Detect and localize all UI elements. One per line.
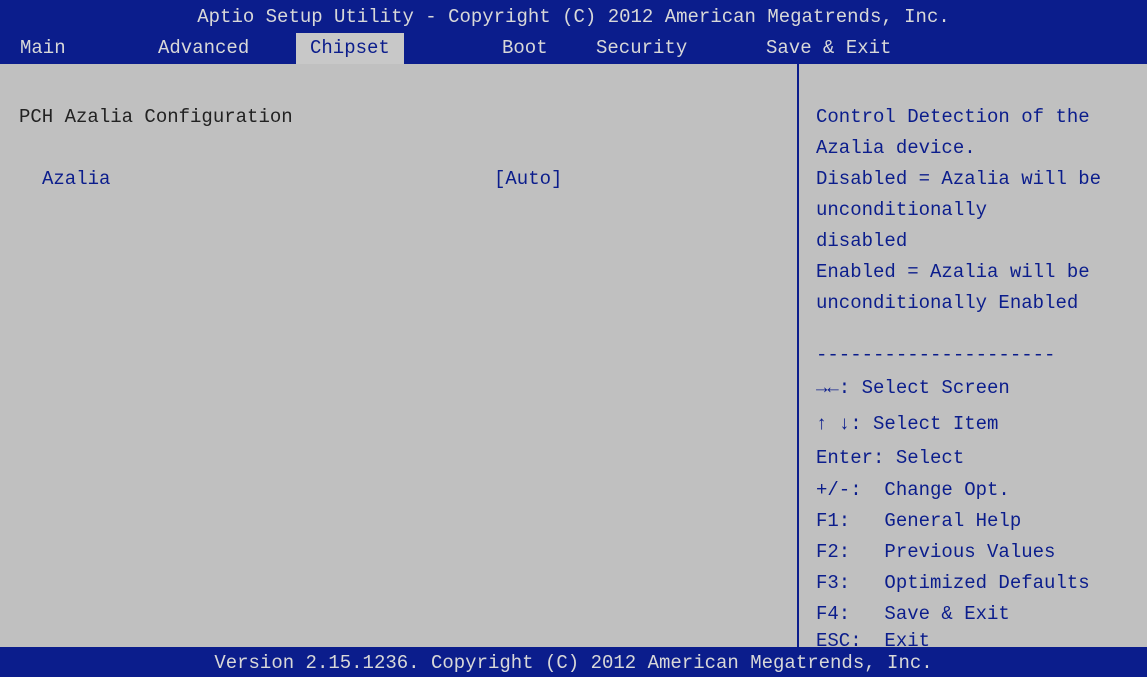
- key-hint-optimized-defaults: F3: Optimized Defaults: [816, 572, 1090, 594]
- help-line: Azalia device.: [816, 137, 976, 159]
- key-hint-select-screen: →←: Select Screen: [816, 377, 1010, 399]
- help-line: disabled: [816, 230, 908, 252]
- footer-bar: Version 2.15.1236. Copyright (C) 2012 Am…: [0, 647, 1147, 677]
- key-hint-enter: Enter: Select: [816, 447, 965, 469]
- tab-advanced[interactable]: Advanced: [158, 34, 249, 63]
- bios-setup-screen: Aptio Setup Utility - Copyright (C) 2012…: [0, 0, 1147, 677]
- key-hint-save-exit: F4: Save & Exit: [816, 603, 1010, 625]
- help-line: Disabled = Azalia will be: [816, 168, 1102, 190]
- help-line: Control Detection of the: [816, 106, 1090, 128]
- section-title: PCH Azalia Configuration: [19, 106, 293, 128]
- title-bar: Aptio Setup Utility - Copyright (C) 2012…: [0, 0, 1147, 64]
- key-hint-previous-values: F2: Previous Values: [816, 541, 1056, 563]
- tab-main[interactable]: Main: [20, 34, 66, 63]
- azalia-item-label[interactable]: Azalia: [42, 166, 110, 192]
- tab-save-exit[interactable]: Save & Exit: [766, 34, 891, 63]
- version-text: Version 2.15.1236. Copyright (C) 2012 Am…: [214, 652, 933, 674]
- settings-pane: [4, 64, 796, 647]
- tab-security[interactable]: Security: [596, 34, 687, 63]
- tab-boot[interactable]: Boot: [502, 34, 548, 63]
- help-line: unconditionally: [816, 199, 988, 221]
- help-separator: ---------------------: [816, 344, 1056, 366]
- window-title: Aptio Setup Utility - Copyright (C) 2012…: [197, 6, 950, 28]
- help-line: Enabled = Azalia will be: [816, 261, 1090, 283]
- azalia-item-value[interactable]: [Auto]: [494, 166, 562, 192]
- help-line: unconditionally Enabled: [816, 292, 1079, 314]
- key-hint-change-opt: +/-: Change Opt.: [816, 479, 1010, 501]
- key-hint-general-help: F1: General Help: [816, 510, 1022, 532]
- tab-chipset[interactable]: Chipset: [296, 33, 404, 64]
- key-hint-select-item: ↑ ↓: Select Item: [816, 413, 999, 435]
